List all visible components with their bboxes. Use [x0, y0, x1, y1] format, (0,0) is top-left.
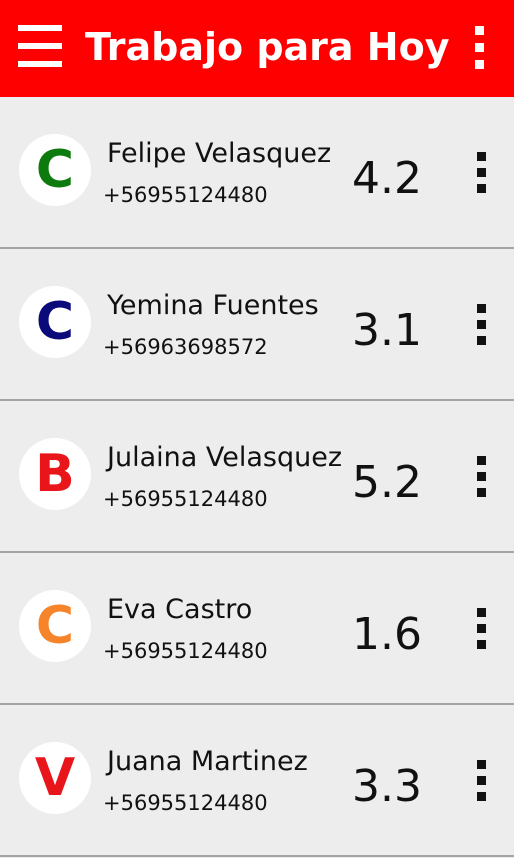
avatar: C [19, 590, 91, 662]
more-vert-icon[interactable] [468, 152, 494, 194]
app-screen: Trabajo para Hoy C Felipe Velasquez +569… [0, 0, 514, 858]
page-title: Trabajo para Hoy [85, 25, 450, 69]
worker-phone: +56963698572 [103, 335, 268, 359]
worker-phone: +56955124480 [103, 183, 268, 207]
list-item[interactable]: C Felipe Velasquez +56955124480 4.2 [0, 97, 514, 249]
worker-phone: +56955124480 [103, 791, 268, 815]
worker-name: Juana Martinez [107, 746, 308, 777]
worker-name: Felipe Velasquez [107, 138, 332, 169]
avatar: V [19, 742, 91, 814]
app-bar: Trabajo para Hoy [0, 0, 514, 97]
more-vert-icon[interactable] [468, 760, 494, 802]
avatar: B [19, 438, 91, 510]
more-vert-icon[interactable] [468, 304, 494, 346]
worker-score: 4.2 [352, 153, 422, 204]
worker-name: Yemina Fuentes [107, 290, 319, 321]
worker-name: Eva Castro [107, 594, 253, 625]
hamburger-icon[interactable] [18, 25, 62, 67]
worker-list: C Felipe Velasquez +56955124480 4.2 C Ye… [0, 97, 514, 857]
list-item[interactable]: C Yemina Fuentes +56963698572 3.1 [0, 249, 514, 401]
worker-score: 5.2 [352, 457, 422, 508]
more-vert-icon[interactable] [468, 456, 494, 498]
list-item[interactable]: C Eva Castro +56955124480 1.6 [0, 553, 514, 705]
list-item[interactable]: B Julaina Velasquez +56955124480 5.2 [0, 401, 514, 553]
more-vert-icon[interactable] [467, 26, 491, 70]
worker-phone: +56955124480 [103, 487, 268, 511]
worker-score: 1.6 [352, 609, 422, 660]
list-item[interactable]: V Juana Martinez +56955124480 3.3 [0, 705, 514, 857]
worker-name: Julaina Velasquez [107, 442, 342, 473]
avatar: C [19, 134, 91, 206]
avatar: C [19, 286, 91, 358]
worker-phone: +56955124480 [103, 639, 268, 663]
worker-score: 3.1 [352, 305, 422, 356]
more-vert-icon[interactable] [468, 608, 494, 650]
worker-score: 3.3 [352, 761, 422, 812]
